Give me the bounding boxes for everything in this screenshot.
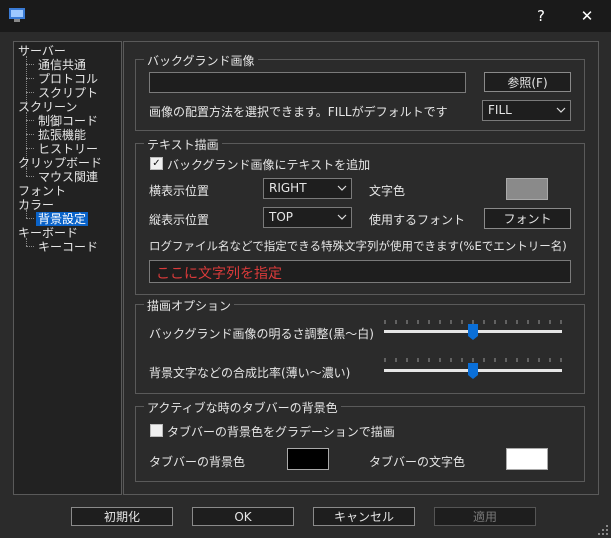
help-button[interactable]: ? bbox=[518, 0, 564, 32]
tree-item-extensions[interactable]: 拡張機能 bbox=[38, 128, 86, 142]
add-text-label: バックグランド画像にテキストを追加 bbox=[167, 158, 371, 172]
slider-ticks bbox=[384, 320, 562, 324]
gradient-checkbox[interactable] bbox=[150, 424, 163, 437]
tree-item-control-code[interactable]: 制御コード bbox=[38, 114, 98, 128]
ok-button[interactable]: OK bbox=[192, 507, 294, 526]
tree-item-script[interactable]: スクリプト bbox=[38, 86, 98, 100]
group-tab-bar: アクティブな時のタブバーの背景色 bbox=[135, 399, 585, 482]
placement-label: 画像の配置方法を選択できます。FILLがデフォルトです bbox=[149, 105, 448, 119]
apply-button[interactable]: 適用 bbox=[434, 507, 536, 526]
resize-grip-icon[interactable] bbox=[597, 524, 609, 536]
overlay-text-input[interactable]: ここに文字列を指定 bbox=[149, 260, 571, 283]
help-icon: ? bbox=[537, 7, 545, 25]
tree-item-color[interactable]: カラー bbox=[18, 198, 54, 212]
tree-item-keyboard[interactable]: キーボード bbox=[18, 226, 78, 240]
blend-label: 背景文字などの合成比率(薄い～濃い) bbox=[149, 366, 351, 380]
tree-item-protocol[interactable]: プロトコル bbox=[38, 72, 98, 86]
tab-bg-color-swatch[interactable] bbox=[287, 448, 329, 470]
v-pos-label: 縦表示位置 bbox=[149, 213, 210, 227]
tree-item-background[interactable]: 背景設定 bbox=[36, 212, 89, 226]
tree-connector bbox=[26, 176, 34, 177]
chevron-down-icon bbox=[556, 107, 566, 113]
placement-value: FILL bbox=[488, 103, 512, 117]
tree-item-screen[interactable]: スクリーン bbox=[18, 100, 77, 114]
chevron-down-icon bbox=[337, 214, 347, 220]
group-label: アクティブな時のタブバーの背景色 bbox=[144, 399, 341, 416]
tree-connector bbox=[26, 78, 34, 79]
tree-connector bbox=[26, 120, 34, 121]
group-label: テキスト描画 bbox=[144, 136, 222, 153]
special-string-hint: ログファイル名などで指定できる特殊文字列が使用できます(%Eでエントリー名) bbox=[149, 239, 567, 253]
tab-bg-color-label: タブバーの背景色 bbox=[149, 455, 246, 469]
tree-connector bbox=[26, 92, 34, 93]
v-pos-select[interactable]: TOP bbox=[263, 207, 352, 228]
tree-item-server[interactable]: サーバー bbox=[18, 44, 66, 58]
add-text-checkbox[interactable]: ✓ bbox=[150, 157, 163, 170]
tree-item-clipboard[interactable]: クリップボード bbox=[18, 156, 102, 170]
tree-connector bbox=[26, 218, 34, 219]
close-icon: ✕ bbox=[580, 7, 594, 25]
tab-text-color-swatch[interactable] bbox=[506, 448, 548, 470]
h-pos-value: RIGHT bbox=[269, 181, 307, 195]
tree-connector bbox=[26, 148, 34, 149]
close-button[interactable]: ✕ bbox=[564, 0, 610, 32]
chevron-down-icon bbox=[337, 185, 347, 191]
h-pos-select[interactable]: RIGHT bbox=[263, 178, 352, 199]
brightness-label: バックグランド画像の明るさ調整(黒～白) bbox=[149, 327, 374, 341]
tree-item-history[interactable]: ヒストリー bbox=[38, 142, 98, 156]
image-path-input[interactable] bbox=[149, 72, 466, 93]
cancel-button[interactable]: キャンセル bbox=[313, 507, 415, 526]
app-icon bbox=[9, 8, 25, 22]
settings-tree[interactable]: サーバー 通信共通 プロトコル スクリプト スクリーン 制御コード 拡張機能 ヒ… bbox=[13, 41, 122, 495]
gradient-label: タブバーの背景色をグラデーションで描画 bbox=[167, 425, 395, 439]
tab-text-color-label: タブバーの文字色 bbox=[369, 455, 466, 469]
browse-button[interactable]: 参照(F) bbox=[484, 72, 571, 92]
overlay-text-value: ここに文字列を指定 bbox=[156, 266, 282, 282]
h-pos-label: 横表示位置 bbox=[149, 184, 210, 198]
reset-button[interactable]: 初期化 bbox=[71, 507, 173, 526]
tree-connector bbox=[26, 64, 34, 65]
group-label: 描画オプション bbox=[144, 297, 235, 314]
tree-connector bbox=[26, 134, 34, 135]
font-button[interactable]: フォント bbox=[484, 208, 571, 229]
text-color-label: 文字色 bbox=[369, 184, 406, 198]
tree-item-mouse[interactable]: マウス関連 bbox=[38, 170, 98, 184]
v-pos-value: TOP bbox=[269, 210, 294, 224]
tree-item-keycode[interactable]: キーコード bbox=[38, 240, 98, 254]
font-label: 使用するフォント bbox=[369, 213, 466, 227]
tree-item-font[interactable]: フォント bbox=[18, 184, 66, 198]
tree-connector bbox=[26, 246, 34, 247]
slider-ticks bbox=[384, 358, 562, 362]
tree-item-communication[interactable]: 通信共通 bbox=[38, 58, 86, 72]
placement-select[interactable]: FILL bbox=[482, 100, 571, 121]
group-label: バックグランド画像 bbox=[144, 52, 258, 69]
text-color-swatch[interactable] bbox=[506, 178, 548, 200]
